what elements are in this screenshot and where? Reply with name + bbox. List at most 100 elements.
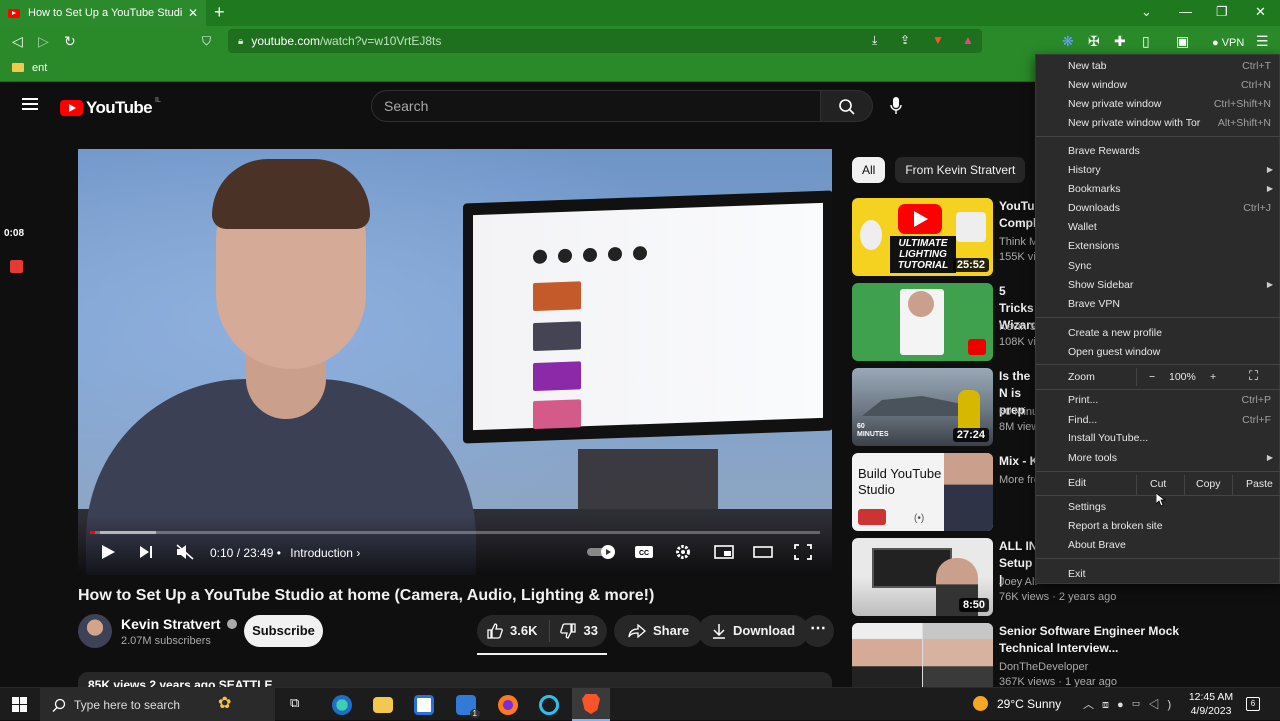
- menu-item-exit[interactable]: Exit: [1068, 568, 1086, 580]
- autoplay-toggle-icon[interactable]: [586, 544, 616, 560]
- notification-icon[interactable]: 6: [1246, 697, 1260, 711]
- tab-search-chevron-icon[interactable]: ⌄: [1141, 4, 1152, 20]
- tray-chevron-icon[interactable]: ︿: [1083, 699, 1102, 711]
- new-tab-button[interactable]: +: [214, 3, 225, 21]
- menu-item-install-app[interactable]: Install YouTube...: [1068, 432, 1148, 444]
- battery-icon[interactable]: ▭: [1132, 699, 1149, 711]
- play-icon[interactable]: [100, 544, 116, 560]
- chip-from-channel[interactable]: From Kevin Stratvert: [895, 157, 1026, 183]
- mouse-cursor-icon: [1156, 493, 1166, 507]
- chip-all[interactable]: All: [852, 157, 886, 183]
- menu-item-report-site[interactable]: Report a broken site: [1068, 520, 1163, 532]
- menu-item-settings[interactable]: Settings: [1068, 501, 1106, 513]
- menu-item-sync[interactable]: Sync: [1068, 260, 1091, 272]
- video-player[interactable]: 0:10 / 23:49 • Introduction › CC: [78, 149, 832, 575]
- zoom-in-button[interactable]: +: [1210, 371, 1216, 383]
- firefox-icon[interactable]: [498, 695, 518, 715]
- active-tab[interactable]: How to Set Up a YouTube Studio ✕: [0, 0, 206, 26]
- mute-icon[interactable]: [176, 544, 194, 560]
- theater-mode-icon[interactable]: [753, 544, 773, 560]
- menu-item-about[interactable]: About Brave: [1068, 539, 1126, 551]
- chapter-button[interactable]: Introduction: [290, 546, 353, 560]
- taskbar-search-input[interactable]: Type here to search: [40, 688, 275, 721]
- related-filter-chips: All From Kevin Stratvert: [852, 157, 1035, 183]
- brave-taskbar-button[interactable]: [572, 688, 610, 721]
- back-icon[interactable]: ◁: [12, 32, 23, 50]
- maximize-icon[interactable]: ❐: [1216, 4, 1228, 20]
- menu-label: New private window: [1068, 98, 1162, 110]
- network-tray-icon[interactable]: ⧈: [1102, 699, 1117, 711]
- fullscreen-icon[interactable]: [794, 544, 812, 560]
- youtube-logo[interactable]: YouTube IL: [60, 97, 161, 118]
- like-count: 3.6K: [510, 623, 538, 638]
- edge-browser-icon[interactable]: [332, 695, 352, 715]
- zoom-out-button[interactable]: −: [1149, 371, 1155, 383]
- tab-close-icon[interactable]: ✕: [188, 6, 198, 20]
- bookmark-page-icon[interactable]: ⛉: [202, 32, 211, 50]
- channel-avatar[interactable]: [78, 614, 112, 648]
- vpn-button[interactable]: ● VPN: [1212, 34, 1244, 52]
- settings-gear-icon[interactable]: [675, 544, 691, 560]
- guide-menu-icon[interactable]: [22, 98, 38, 110]
- more-actions-button[interactable]: ⋯: [802, 615, 834, 647]
- task-view-icon[interactable]: ⧉: [290, 695, 310, 715]
- brave-rewards-icon[interactable]: ▲: [962, 33, 974, 47]
- menu-item-create-profile[interactable]: Create a new profile: [1068, 327, 1162, 339]
- store-icon[interactable]: [414, 695, 434, 715]
- menu-item-guest-window[interactable]: Open guest window: [1068, 346, 1160, 358]
- menu-item-extensions[interactable]: Extensions: [1068, 240, 1119, 252]
- download-page-icon[interactable]: ⤓: [872, 33, 877, 48]
- menu-item-wallet[interactable]: Wallet: [1068, 221, 1097, 233]
- system-tray[interactable]: ︿⧈●▭◁): [1083, 696, 1179, 712]
- download-button[interactable]: Download: [698, 615, 810, 647]
- copy-button[interactable]: Copy: [1196, 478, 1221, 490]
- minimize-icon[interactable]: —: [1179, 4, 1192, 19]
- recording-timer: 0:08: [4, 228, 25, 239]
- channel-name[interactable]: Kevin Stratvert: [121, 616, 237, 632]
- uk-flag-extension-icon[interactable]: ✠: [1088, 32, 1100, 50]
- menu-item-show-sidebar[interactable]: Show Sidebar: [1068, 279, 1133, 291]
- search-button[interactable]: [821, 90, 873, 122]
- subscribe-button[interactable]: Subscribe: [244, 615, 323, 647]
- extensions-puzzle-icon[interactable]: ✚: [1114, 32, 1126, 50]
- menu-item-brave-rewards[interactable]: Brave Rewards: [1068, 145, 1140, 157]
- next-icon[interactable]: [138, 544, 154, 560]
- brave-shields-icon[interactable]: ▼: [932, 33, 944, 47]
- bookmark-folder[interactable]: ent: [32, 62, 47, 74]
- menu-item-history[interactable]: History: [1068, 164, 1101, 176]
- sidebar-toggle-icon[interactable]: ▯: [1142, 32, 1150, 50]
- weather-widget[interactable]: 29°C Sunny: [973, 696, 1061, 711]
- menu-item-more-tools[interactable]: More tools: [1068, 452, 1117, 464]
- windows-start-icon[interactable]: [12, 697, 27, 712]
- voice-search-button[interactable]: [880, 90, 912, 122]
- menu-item-bookmarks[interactable]: Bookmarks: [1068, 183, 1121, 195]
- microphone-tray-icon[interactable]: ●: [1117, 699, 1132, 711]
- like-button[interactable]: 3.6K: [477, 620, 551, 642]
- wallet-icon[interactable]: ▣: [1176, 32, 1189, 50]
- cortana-icon[interactable]: [539, 695, 559, 715]
- dislike-button[interactable]: 33: [550, 615, 598, 647]
- captions-icon[interactable]: CC: [634, 544, 654, 560]
- window-close-icon[interactable]: ✕: [1255, 4, 1266, 20]
- file-explorer-icon[interactable]: [373, 697, 393, 713]
- menu-item-brave-vpn[interactable]: Brave VPN: [1068, 298, 1120, 310]
- paste-button[interactable]: Paste: [1246, 478, 1273, 490]
- forward-icon[interactable]: ▷: [38, 32, 49, 50]
- cut-button[interactable]: Cut: [1150, 478, 1166, 490]
- reload-icon[interactable]: ↻: [64, 32, 76, 50]
- fullscreen-icon[interactable]: ⛶: [1249, 368, 1258, 384]
- mail-icon[interactable]: 1: [456, 695, 480, 718]
- progress-bar[interactable]: [90, 531, 820, 534]
- share-page-icon[interactable]: ⇪: [900, 33, 910, 47]
- volume-icon[interactable]: ◁): [1148, 699, 1179, 711]
- miniplayer-icon[interactable]: [714, 544, 734, 560]
- recommendation-thumbnail: Build YouTube Studio (•): [852, 453, 993, 531]
- taskbar-clock[interactable]: 12:45 AM 4/9/2023: [1186, 690, 1236, 718]
- share-button[interactable]: Share: [614, 615, 704, 647]
- extension-globe-icon[interactable]: ❋: [1062, 32, 1074, 50]
- search-input[interactable]: Search: [371, 90, 821, 122]
- stop-recording-icon[interactable]: [10, 260, 23, 273]
- search-highlight-icon[interactable]: ✿: [218, 693, 231, 713]
- address-bar[interactable]: 🔒︎ youtube.com/watch?v=w10VrtEJ8ts ⤓ ⇪ ▼…: [228, 29, 982, 53]
- main-menu-icon[interactable]: ☰: [1256, 32, 1269, 50]
